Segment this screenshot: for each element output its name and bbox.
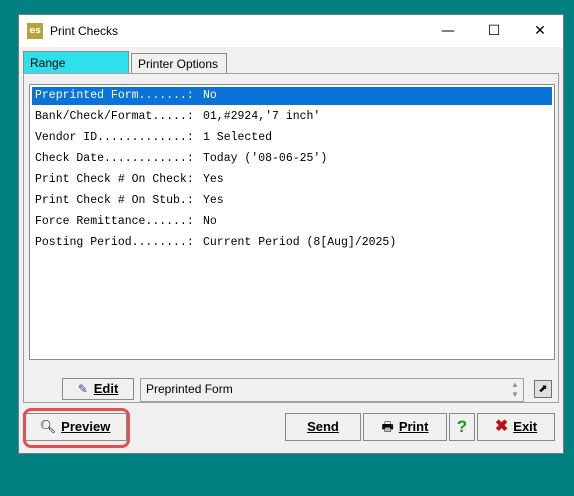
row-label: Force Remittance......:	[35, 215, 194, 228]
row-label: Print Check # On Stub.:	[35, 194, 194, 207]
row-label: Print Check # On Check:	[35, 173, 194, 186]
print-label: Print	[398, 419, 429, 434]
selection-list: Preprinted Form.......: No Bank/Check/For…	[29, 84, 555, 360]
maximize-button[interactable]: ☐	[471, 15, 517, 47]
list-item[interactable]: Print Check # On Check: Yes	[32, 171, 552, 189]
tab-strip: Range Selections Printer Options	[23, 51, 559, 92]
pencil-icon: ✎	[77, 382, 88, 396]
tab-printer-options[interactable]: Printer Options	[131, 53, 227, 73]
print-button[interactable]: 🖶 Print	[363, 413, 447, 441]
preview-button[interactable]: 🔍︎ Preview	[23, 413, 127, 441]
tab-range-selections[interactable]: Range Selections	[23, 51, 129, 92]
spinner-arrows-icon[interactable]: ▲ ▼	[508, 380, 522, 400]
magnifier-icon: 🔍︎	[39, 419, 57, 434]
list-item[interactable]: Bank/Check/Format.....: 01,#2924,'7 inch'	[32, 108, 552, 126]
exit-label: Exit	[513, 419, 538, 434]
list-item[interactable]: Print Check # On Stub.: Yes	[32, 192, 552, 210]
row-label: Bank/Check/Format.....:	[35, 110, 194, 123]
edit-value-field[interactable]: Preprinted Form	[140, 378, 524, 402]
title-bar[interactable]: es Print Checks — ☐ ✕	[19, 15, 563, 47]
printer-icon: 🖶	[381, 419, 394, 434]
app-icon: es	[27, 23, 43, 39]
send-button[interactable]: Send	[285, 413, 361, 441]
row-value: No	[203, 89, 217, 102]
edit-button[interactable]: ✎ Edit	[62, 378, 134, 400]
send-label: Send	[307, 419, 339, 434]
close-button[interactable]: ✕	[517, 15, 563, 47]
preview-label: Preview	[61, 419, 111, 434]
question-icon: ?	[456, 417, 468, 436]
row-label: Vendor ID.............:	[35, 131, 194, 144]
range-selections-panel: Preprinted Form.......: No Bank/Check/For…	[23, 73, 559, 403]
x-icon: ✖	[494, 418, 509, 435]
print-checks-window: es Print Checks — ☐ ✕ Range Selections P…	[18, 14, 564, 454]
row-label: Preprinted Form.......:	[35, 89, 194, 102]
button-bar: 🔍︎ Preview Send 🖶 Print ? ✖ Exit	[23, 413, 559, 443]
list-item[interactable]: Vendor ID.............: 1 Selected	[32, 129, 552, 147]
list-item[interactable]: Posting Period........: Current Period (8…	[32, 234, 552, 252]
row-value: Yes	[203, 173, 224, 186]
list-item[interactable]: Force Remittance......: No	[32, 213, 552, 231]
row-value: Current Period (8[Aug]/2025)	[203, 236, 397, 249]
exit-button[interactable]: ✖ Exit	[477, 413, 555, 441]
row-value: 01,#2924,'7 inch'	[203, 110, 321, 123]
help-button[interactable]: ?	[449, 413, 475, 441]
window-title: Print Checks	[50, 24, 119, 38]
lookup-icon: ⬈	[538, 383, 548, 395]
list-item[interactable]: Check Date............: Today ('08-06-25'…	[32, 150, 552, 168]
row-value: No	[203, 215, 217, 228]
row-label: Check Date............:	[35, 152, 194, 165]
row-value: Yes	[203, 194, 224, 207]
minimize-button[interactable]: —	[425, 15, 471, 47]
row-value: Today ('08-06-25')	[203, 152, 328, 165]
row-value: 1 Selected	[203, 131, 273, 144]
row-label: Posting Period........:	[35, 236, 194, 249]
lookup-button[interactable]: ⬈	[534, 380, 552, 398]
edit-label: Edit	[93, 381, 119, 396]
list-item[interactable]: Preprinted Form.......: No	[32, 87, 552, 105]
